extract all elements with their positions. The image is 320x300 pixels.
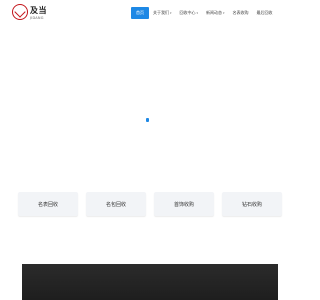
service-card-label: 名表回收 bbox=[37, 201, 58, 208]
logo-mark-icon bbox=[12, 4, 28, 20]
chevron-down-icon: ▾ bbox=[170, 11, 172, 15]
nav-item-label: 名表收购 bbox=[232, 10, 249, 15]
nav-item-news[interactable]: 新闻动态▾ bbox=[202, 7, 229, 19]
logo-text-en: JIDANG bbox=[30, 16, 44, 20]
service-card-jewelry[interactable]: 首饰收购 bbox=[154, 192, 214, 216]
nav-item-home[interactable]: 首页 bbox=[131, 7, 149, 19]
main-nav: 首页 关于我们▾ 回收中心▾ 新闻动态▾ 名表收购 最后回收 bbox=[131, 7, 277, 19]
loading-indicator bbox=[146, 118, 149, 122]
service-card-watch[interactable]: 名表回收 bbox=[18, 192, 78, 216]
logo-text-cn: 及当 bbox=[30, 6, 47, 15]
service-card-label: 钻石收购 bbox=[241, 201, 262, 208]
chevron-down-icon: ▾ bbox=[223, 11, 225, 15]
service-card-label: 名包回收 bbox=[105, 201, 126, 208]
nav-item-label: 关于我们 bbox=[153, 10, 169, 15]
nav-item-label: 首页 bbox=[136, 10, 144, 15]
service-card-label: 首饰收购 bbox=[173, 201, 194, 208]
nav-item-watch-buy[interactable]: 名表收购 bbox=[229, 7, 253, 19]
nav-item-last[interactable]: 最后回收 bbox=[253, 7, 277, 19]
chevron-down-icon: ▾ bbox=[196, 11, 199, 15]
nav-item-label: 回收中心 bbox=[179, 10, 196, 15]
nav-item-label: 新闻动态 bbox=[206, 10, 223, 15]
site-logo[interactable]: 及当 JIDANG bbox=[12, 4, 52, 24]
dark-feature-section bbox=[22, 264, 278, 300]
site-header: 及当 JIDANG 首页 关于我们▾ 回收中心▾ 新闻动态▾ 名表收购 最后回收 bbox=[0, 0, 300, 28]
service-card-bag[interactable]: 名包回收 bbox=[86, 192, 146, 216]
nav-item-about[interactable]: 关于我们▾ bbox=[149, 7, 176, 19]
nav-item-recycle-center[interactable]: 回收中心▾ bbox=[176, 7, 203, 19]
service-card-diamond[interactable]: 钻石收购 bbox=[222, 192, 282, 216]
service-cards: 名表回收 名包回收 首饰收购 钻石收购 bbox=[18, 192, 282, 216]
nav-item-label: 最后回收 bbox=[256, 10, 273, 15]
